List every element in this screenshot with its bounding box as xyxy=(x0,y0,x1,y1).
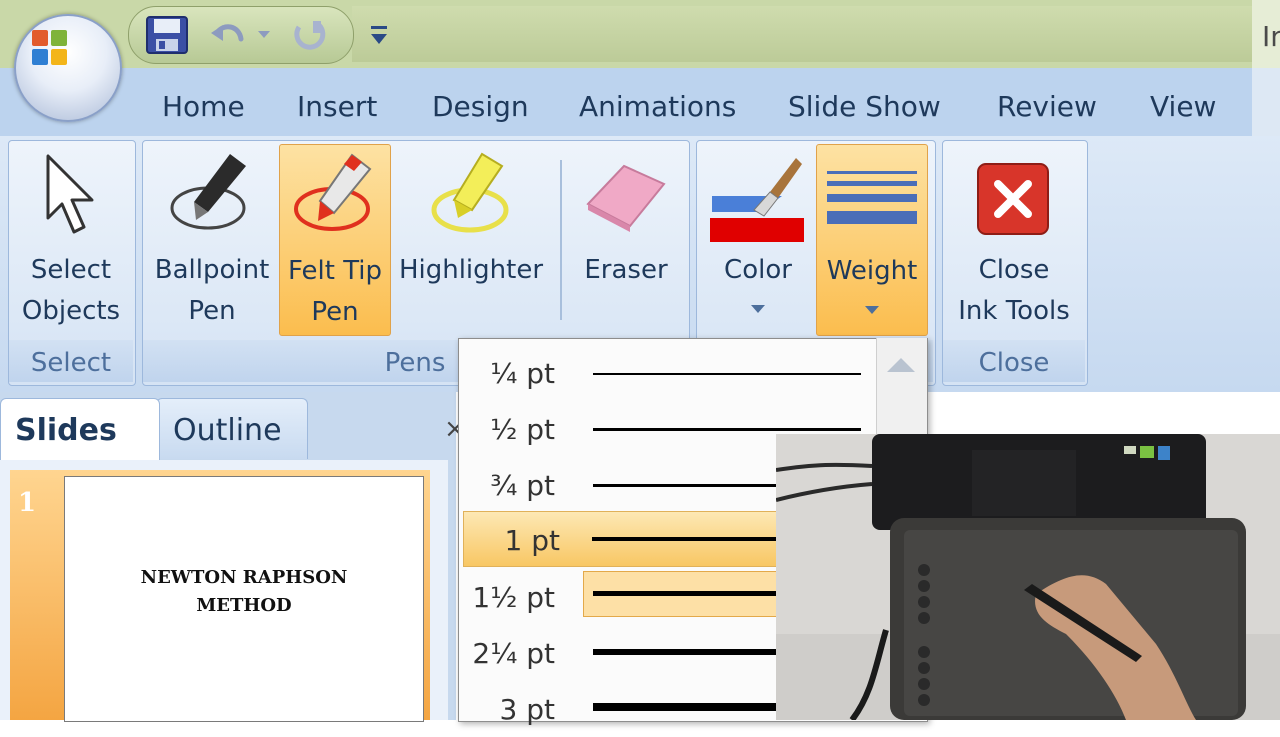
highlighter-label: Highlighter xyxy=(398,255,544,285)
weight-label: Weight xyxy=(826,256,918,286)
tab-outline[interactable]: Outline xyxy=(156,398,308,459)
close-icon xyxy=(977,163,1049,235)
select-objects-button[interactable]: Select Objects xyxy=(14,146,128,336)
slide-number: 1 xyxy=(18,488,37,518)
tab-slides[interactable]: Slides xyxy=(0,398,160,461)
weight-option[interactable]: ¼ pt xyxy=(459,345,871,401)
weight-button[interactable]: Weight xyxy=(816,144,928,336)
slide-title-line2: METHOD xyxy=(196,595,292,616)
close-ink-tools-label-line2: Ink Tools xyxy=(958,296,1070,326)
felt-tip-pen-button[interactable]: Felt Tip Pen xyxy=(279,144,391,336)
weight-option-label: 1 pt xyxy=(504,524,560,557)
ballpoint-pen-button[interactable]: Ballpoint Pen xyxy=(150,146,274,336)
tab-outline-label: Outline xyxy=(173,413,282,448)
color-dropdown-icon xyxy=(751,305,765,313)
ribbon-tabs-right xyxy=(1252,68,1280,136)
quick-access-toolbar xyxy=(128,6,354,64)
pens-separator xyxy=(560,160,562,320)
select-group-label: Select xyxy=(30,348,112,378)
highlighter-icon xyxy=(431,152,509,233)
eraser-button[interactable]: Eraser xyxy=(572,146,680,336)
redo-icon[interactable] xyxy=(289,17,329,53)
paint-brush-icon xyxy=(710,158,804,242)
window-title: In xyxy=(1262,20,1280,53)
eraser-label: Eraser xyxy=(584,255,668,285)
drawing-tablet-illustration xyxy=(776,434,1280,720)
weight-option-label: ½ pt xyxy=(490,413,555,446)
ink-color-swatch xyxy=(710,218,804,242)
tab-review[interactable]: Review xyxy=(997,90,1097,123)
ballpoint-pen-label-line1: Ballpoint xyxy=(154,255,270,285)
close-ink-tools-label-line1: Close xyxy=(978,255,1050,285)
undo-icon[interactable] xyxy=(209,19,249,51)
scroll-up-icon[interactable] xyxy=(885,356,917,374)
customize-qat-icon[interactable] xyxy=(368,22,390,48)
office-logo-icon xyxy=(32,30,67,65)
eraser-icon xyxy=(586,164,666,232)
felt-tip-pen-label-line1: Felt Tip xyxy=(287,256,383,286)
tab-animations[interactable]: Animations xyxy=(579,90,736,123)
tab-home[interactable]: Home xyxy=(162,90,245,123)
arrow-pointer-icon xyxy=(46,154,94,234)
weight-option-label: ¼ pt xyxy=(490,357,555,390)
select-objects-label-line1: Select xyxy=(30,255,112,285)
tab-design[interactable]: Design xyxy=(432,90,529,123)
tab-slide-show[interactable]: Slide Show xyxy=(788,90,941,123)
pens-group-label: Pens xyxy=(384,348,446,378)
close-ink-tools-button[interactable]: Close Ink Tools xyxy=(946,146,1082,336)
select-objects-label-line2: Objects xyxy=(21,296,121,326)
tab-slides-label: Slides xyxy=(15,413,117,448)
weight-option-label: ¾ pt xyxy=(490,469,555,502)
line-weight-icon xyxy=(827,171,917,224)
ballpoint-pen-label-line2: Pen xyxy=(188,296,236,326)
weight-option-label: 3 pt xyxy=(499,693,555,726)
weight-dropdown-icon xyxy=(865,306,879,314)
close-group-label: Close xyxy=(978,348,1050,378)
felt-tip-pen-icon xyxy=(294,153,372,231)
drawing-tablet-photo xyxy=(776,434,1280,720)
weight-option-label: 2¼ pt xyxy=(472,637,555,670)
felt-tip-pen-label-line2: Pen xyxy=(311,297,359,327)
color-label: Color xyxy=(724,255,792,285)
slide-thumbnail[interactable]: NEWTON RAPHSON METHOD xyxy=(64,476,424,722)
undo-dropdown-icon[interactable] xyxy=(257,29,271,39)
tab-insert[interactable]: Insert xyxy=(297,90,377,123)
weight-line xyxy=(593,373,861,375)
title-bar-background xyxy=(352,6,1252,62)
color-button[interactable]: Color xyxy=(702,146,814,336)
office-button[interactable] xyxy=(14,14,122,122)
highlighter-button[interactable]: Highlighter xyxy=(394,146,548,336)
ballpoint-pen-icon xyxy=(170,154,246,230)
weight-line xyxy=(593,428,861,431)
tab-view[interactable]: View xyxy=(1150,90,1216,123)
save-icon[interactable] xyxy=(145,15,189,55)
weight-option-label: 1½ pt xyxy=(472,581,555,614)
slide-title-line1: NEWTON RAPHSON xyxy=(140,567,348,588)
